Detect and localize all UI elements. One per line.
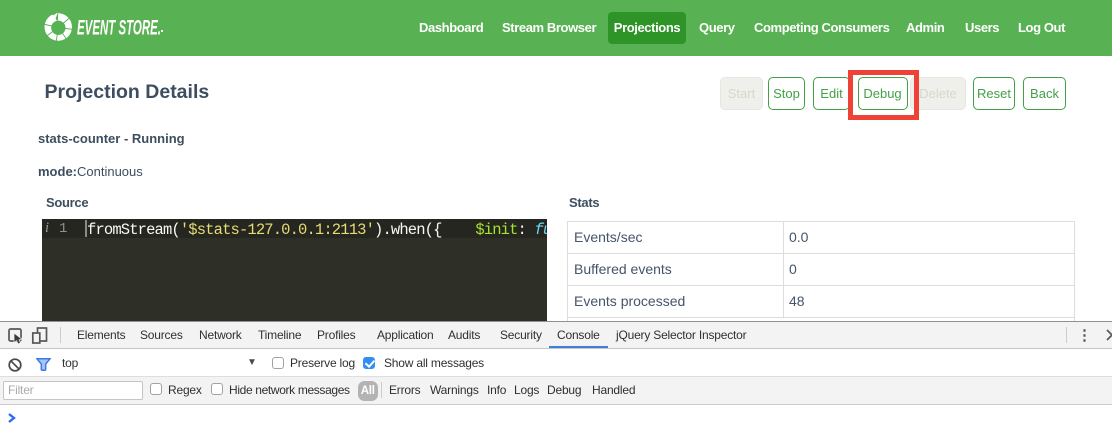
svg-text:EVENT STORE.: EVENT STORE. xyxy=(77,16,161,40)
